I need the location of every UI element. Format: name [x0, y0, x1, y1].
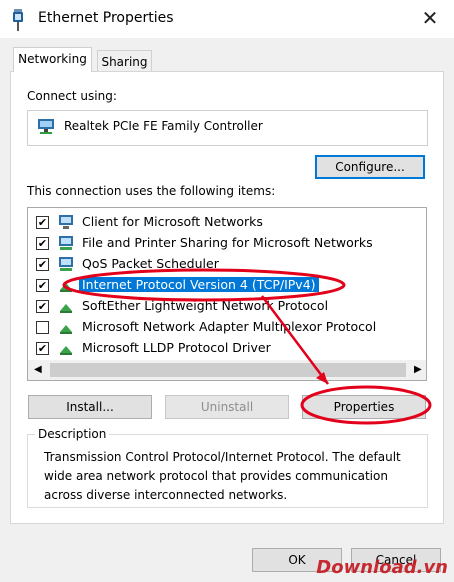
list-item-label: File and Printer Sharing for Microsoft N… [82, 235, 373, 250]
checkbox[interactable]: ✔ [36, 300, 49, 313]
checkbox[interactable]: ✔ [36, 342, 49, 355]
checkbox[interactable]: ✔ [36, 279, 49, 292]
list-item-label: Client for Microsoft Networks [82, 214, 263, 229]
properties-button[interactable]: Properties [302, 395, 426, 419]
network-service-icon [58, 235, 74, 251]
scroll-thumb-horizontal[interactable] [50, 363, 406, 377]
list-item[interactable]: Microsoft Network Adapter Multiplexor Pr… [36, 318, 416, 339]
checkbox[interactable]: ✔ [36, 237, 49, 250]
list-item[interactable]: ✔ Microsoft LLDP Protocol Driver [36, 339, 416, 360]
protocol-icon [58, 298, 74, 314]
description-text: Transmission Control Protocol/Internet P… [44, 450, 401, 502]
horizontal-scrollbar[interactable]: ◀ ▶ [28, 360, 426, 380]
configure-button[interactable]: Configure... [315, 155, 425, 179]
list-item-selected[interactable]: ✔ Internet Protocol Version 4 (TCP/IPv4) [36, 276, 416, 297]
network-service-icon [58, 256, 74, 272]
protocol-icon [58, 319, 74, 335]
adapter-name: Realtek PCIe FE Family Controller [64, 119, 263, 133]
list-item[interactable]: ✔ File and Printer Sharing for Microsoft… [36, 234, 416, 255]
list-item-label: Internet Protocol Version 4 (TCP/IPv4) [79, 277, 319, 292]
tab-sharing[interactable]: Sharing [97, 50, 152, 73]
network-client-icon [58, 214, 74, 230]
scroll-right-icon[interactable]: ▶ [414, 364, 422, 375]
network-adapter-icon [37, 117, 55, 135]
list-item-label: Microsoft Network Adapter Multiplexor Pr… [82, 319, 377, 334]
list-item[interactable]: ✔ Client for Microsoft Networks [36, 213, 416, 234]
close-icon[interactable]: ✕ [418, 6, 442, 30]
protocol-icon [58, 277, 74, 293]
protocol-icon [58, 340, 74, 356]
list-item[interactable]: ✔ QoS Packet Scheduler [36, 255, 416, 276]
list-item-label: QoS Packet Scheduler [82, 256, 219, 271]
window-title: Ethernet Properties [38, 10, 174, 26]
checkbox[interactable] [36, 321, 49, 334]
scroll-left-icon[interactable]: ◀ [34, 364, 42, 375]
network-adapter-icon [11, 9, 25, 31]
list-item[interactable]: ✔ SoftEther Lightweight Network Protocol [36, 297, 416, 318]
connect-using-label: Connect using: [27, 89, 117, 103]
list-item-label: Microsoft LLDP Protocol Driver [82, 340, 271, 355]
tab-sharing-label: Sharing [101, 55, 148, 69]
checkbox[interactable]: ✔ [36, 216, 49, 229]
list-item-label: SoftEther Lightweight Network Protocol [82, 298, 329, 313]
checkbox[interactable]: ✔ [36, 258, 49, 271]
tab-networking[interactable]: Networking [13, 47, 92, 72]
install-button[interactable]: Install... [28, 395, 152, 419]
uninstall-button[interactable]: Uninstall [165, 395, 289, 419]
items-list: ✔ Client for Microsoft Networks ✔ File a… [27, 207, 427, 381]
description-title: Description [35, 427, 110, 441]
tab-networking-label: Networking [18, 52, 87, 66]
watermark-logo: Download.vn [316, 557, 448, 578]
items-label: This connection uses the following items… [27, 184, 276, 198]
